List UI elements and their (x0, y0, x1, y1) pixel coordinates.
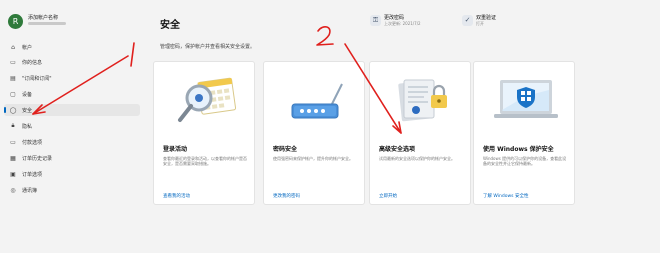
sidebar-item-label: 隐私 (22, 123, 33, 130)
profile-email-redacted (28, 22, 66, 25)
sidebar-item-label: 你的信息 (22, 59, 43, 66)
quick-title: 更改密码 (384, 15, 405, 21)
sidebar-item-label: 安全 (22, 107, 33, 114)
card-title: 使用 Windows 保护安全 (483, 146, 554, 153)
key-icon: ⚿ (370, 15, 381, 26)
quick-title: 双重验证 (476, 15, 497, 21)
card-title: 高级安全选项 (379, 146, 416, 153)
change-my-password-link[interactable]: 更改我的密码 (273, 193, 300, 199)
user-icon: ⌂ (11, 43, 15, 51)
laptop-shield-illustration (494, 80, 558, 118)
sidebar-item-your-info[interactable]: ▭ 你的信息 (4, 56, 140, 68)
sidebar-item-devices[interactable]: ▢ 设备 (4, 88, 140, 100)
sidebar: R 添加帐户名称 ⌂ 帐户 ▭ 你的信息 ▤ "订阅和订阅" ▢ 设备 ◯ 安全… (0, 0, 148, 253)
page-description: 管理密码，保护帐户并查看相关安全设置。 (160, 44, 256, 50)
sidebar-item-label: 帐户 (22, 44, 33, 51)
sidebar-item-label: 设备 (22, 91, 33, 98)
card-description: 使用强密码来保护帐户，提升你的帐户安全。 (273, 156, 353, 161)
subscription-icon: ▤ (10, 74, 16, 82)
card-description: 试用最新的安全选项以保护你的帐户安全。 (379, 156, 455, 161)
quick-subtitle: 打开 (476, 21, 484, 26)
card-password-security: 密码安全 使用强密码来保护帐户，提升你的帐户安全。 更改我的密码 (263, 61, 365, 205)
learn-windows-security-link[interactable]: 了解 Windows 安全性 (483, 193, 528, 199)
sidebar-item-label: "订阅和订阅" (22, 75, 52, 82)
card-windows-security: 使用 Windows 保护安全 Windows 提供的可以保护你的设备，查看此设… (473, 61, 575, 205)
sidebar-item-label: 通讯簿 (22, 187, 38, 194)
sidebar-item-subscriptions[interactable]: ▤ "订阅和订阅" (4, 72, 140, 84)
order-icon: ▣ (10, 170, 16, 178)
card-title: 密码安全 (273, 146, 298, 153)
card-sign-in-activity: 登录活动 查看你最近的登录和活动，以查看你的帐户是否安全，是否需要采取措施。 查… (153, 61, 255, 205)
avatar[interactable]: R (8, 14, 23, 29)
card-icon: ▭ (10, 138, 16, 146)
sidebar-item-label: 订单选项 (22, 171, 43, 178)
shield-icon: ◯ (9, 106, 17, 114)
sidebar-item-order-history[interactable]: ▦ 订单历史记录 (4, 152, 140, 164)
sidebar-item-order-options[interactable]: ▣ 订单选项 (4, 168, 140, 180)
card-title: 登录活动 (163, 146, 188, 153)
page-title: 安全 (160, 20, 180, 31)
view-my-activity-link[interactable]: 查看我的活动 (163, 193, 190, 199)
sidebar-item-privacy[interactable]: 🔒︎ 隐私 (4, 120, 140, 132)
history-icon: ▦ (10, 154, 16, 162)
card-advanced-security: 高级安全选项 试用最新的安全选项以保护你的帐户安全。 立即开始 (369, 61, 471, 205)
sidebar-item-label: 订单历史记录 (22, 155, 53, 162)
devices-icon: ▢ (10, 90, 16, 98)
sidebar-item-contacts[interactable]: ◎ 通讯簿 (4, 184, 140, 196)
card-description: Windows 提供的可以保护你的设备，查看此设备的安全性并让它保持最新。 (483, 156, 567, 166)
sidebar-item-payment-options[interactable]: ▭ 付款选项 (4, 136, 140, 148)
contacts-icon: ◎ (10, 186, 16, 194)
magnifier-calendar-illustration (178, 77, 237, 122)
person-card-icon: ▭ (10, 58, 16, 66)
sidebar-item-account[interactable]: ⌂ 帐户 (4, 41, 140, 53)
lock-documents-illustration (398, 79, 447, 122)
get-started-link[interactable]: 立即开始 (379, 193, 397, 199)
sidebar-item-security[interactable]: ◯ 安全 (4, 104, 140, 116)
shield-check-icon: ✓ (462, 15, 473, 26)
sidebar-item-label: 付款选项 (22, 139, 43, 146)
password-field-illustration (291, 83, 343, 119)
annotation-digit-2-stroke (316, 26, 334, 46)
quick-subtitle: 上次更新: 2021/7/2 (384, 21, 421, 26)
profile-name: 添加帐户名称 (28, 15, 59, 21)
card-description: 查看你最近的登录和活动，以查看你的帐户是否安全，是否需要采取措施。 (163, 156, 247, 166)
lock-icon: 🔒︎ (11, 122, 15, 129)
